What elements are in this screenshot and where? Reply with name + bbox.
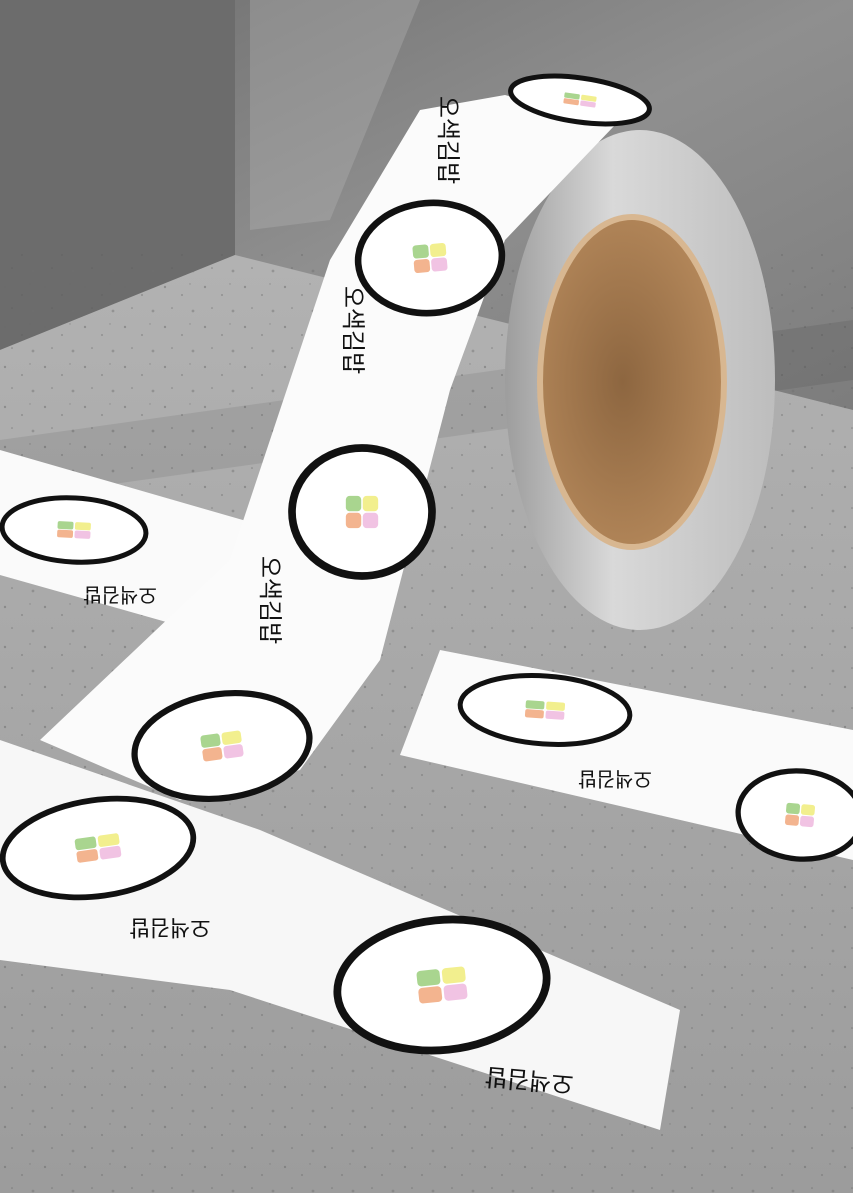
logo-square — [413, 259, 431, 273]
logo-square — [524, 709, 544, 719]
logo-square — [784, 814, 800, 826]
logo-square — [221, 730, 242, 745]
scene-canvas: 오색김밥오색김밥오색김밥오색김밥오색김밥오색김밥오색김밥 — [0, 0, 853, 1193]
logo-square — [412, 244, 429, 259]
brand-wordmark: 오색김밥 — [83, 583, 157, 607]
logo-square — [362, 495, 379, 512]
logo-square — [431, 257, 448, 272]
tape-roll — [505, 130, 775, 630]
sticker-tape-mockup-scene: 오색김밥 오색김밥 오색김밥 오색김밥 오색김밥 오색김밥 오색김밥 — [0, 0, 853, 1193]
brand-wordmark: 오색김밥 — [256, 556, 284, 644]
logo-square — [57, 521, 74, 530]
logo-square — [74, 522, 91, 531]
logo-ring — [288, 444, 436, 580]
logo-square — [443, 983, 468, 1001]
logo-square — [800, 804, 816, 816]
logo-square — [202, 747, 223, 762]
logo-square — [785, 802, 801, 815]
logo-square — [74, 530, 91, 539]
logo-square — [546, 701, 566, 711]
logo-square — [223, 744, 244, 759]
logo-square — [799, 815, 815, 828]
logo-square — [57, 529, 74, 538]
logo-square — [525, 700, 545, 710]
logo-square — [200, 733, 221, 748]
brand-wordmark: 오색김밥 — [578, 767, 652, 791]
logo-square — [345, 495, 362, 512]
logo-square — [416, 969, 441, 987]
logo-square — [345, 512, 362, 529]
brand-wordmark: 오색김밥 — [339, 286, 367, 374]
logo-square — [362, 512, 379, 529]
logo-square — [441, 966, 466, 984]
logo-square — [418, 986, 443, 1004]
logo-badge — [288, 444, 436, 580]
logo-square — [429, 243, 447, 257]
brand-wordmark: 오색김밥 — [130, 914, 211, 939]
brand-wordmark: 오색김밥 — [434, 96, 462, 184]
logo-square — [545, 710, 565, 720]
